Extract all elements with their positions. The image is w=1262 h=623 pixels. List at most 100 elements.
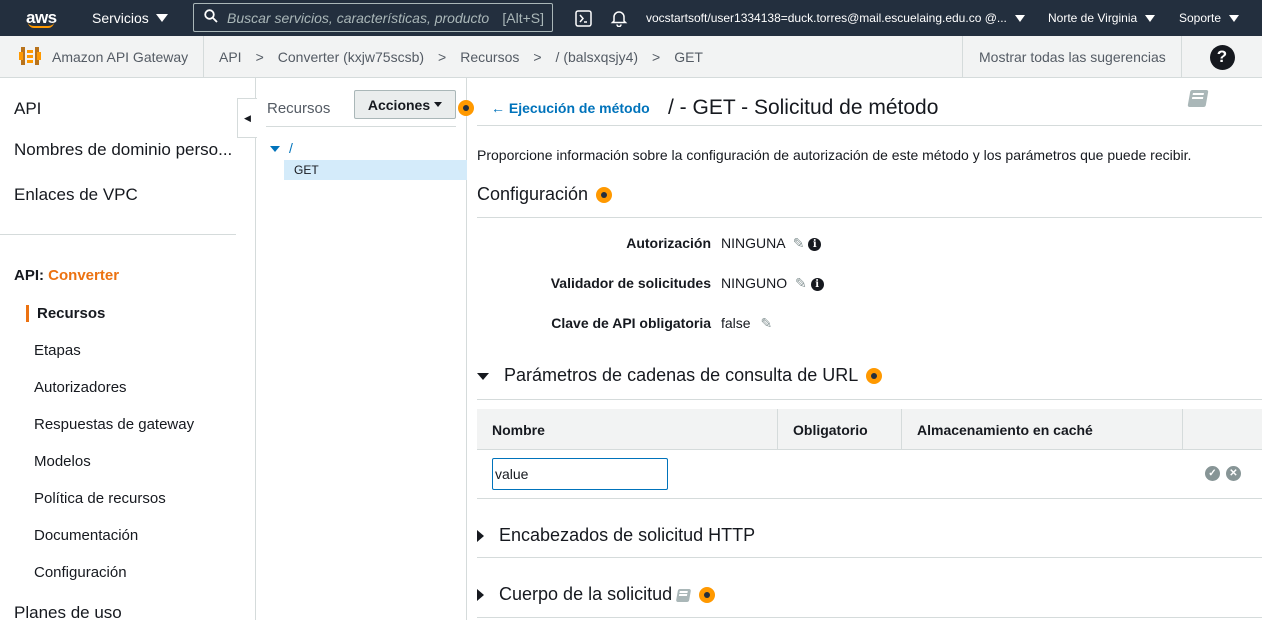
sidebar-item-api[interactable]: API bbox=[14, 99, 41, 119]
help-button[interactable]: ? bbox=[1181, 36, 1262, 78]
confirm-check-icon[interactable]: ✓ bbox=[1205, 466, 1220, 481]
api-key-required-label: Clave de API obligatoria bbox=[551, 315, 711, 331]
api-key-required-text: false bbox=[721, 315, 751, 331]
info-tip-dot-icon[interactable] bbox=[865, 368, 882, 385]
sidebar-item-gateway-responses[interactable]: Respuestas de gateway bbox=[34, 416, 194, 433]
column-header-caching: Almacenamiento en caché bbox=[901, 409, 1182, 450]
sidebar-item-models[interactable]: Modelos bbox=[34, 453, 91, 470]
sidebar-item-resource-policy[interactable]: Política de recursos bbox=[34, 490, 166, 507]
actions-dropdown[interactable]: Acciones bbox=[354, 90, 456, 119]
column-header-name: Nombre bbox=[492, 421, 545, 438]
config-divider bbox=[477, 217, 1262, 218]
sidebar-item-vpc-links[interactable]: Enlaces de VPC bbox=[14, 185, 138, 205]
chevron-down-icon bbox=[434, 102, 443, 107]
breadcrumb: API > Converter (kxjw75scsb) > Recursos … bbox=[219, 36, 703, 78]
chevron-left-icon: ◀ bbox=[244, 112, 251, 123]
request-body-section-toggle[interactable]: Cuerpo de la solicitud bbox=[477, 584, 716, 605]
tree-node-root[interactable]: / bbox=[270, 140, 293, 156]
authorization-label: Autorización bbox=[626, 235, 711, 251]
arrow-left-icon: ← bbox=[491, 100, 505, 116]
chevron-down-icon bbox=[1014, 14, 1025, 22]
crumb-resource-path[interactable]: / (balsxqsjy4) bbox=[556, 49, 638, 65]
column-header-required: Obligatorio bbox=[777, 409, 901, 450]
sidebar-item-authorizers[interactable]: Autorizadores bbox=[34, 379, 127, 396]
request-validator-value: NINGUNO ✎ i bbox=[721, 275, 824, 292]
collapsed-triangle-icon bbox=[477, 589, 484, 602]
tree-root-label: / bbox=[289, 140, 293, 156]
sidebar-item-documentation[interactable]: Documentación bbox=[34, 527, 138, 544]
pencil-icon[interactable]: ✎ bbox=[793, 235, 805, 251]
crumb-separator: > bbox=[255, 49, 264, 65]
sidebar-item-usage-plans[interactable]: Planes de uso bbox=[14, 603, 122, 623]
query-param-name-input[interactable] bbox=[492, 458, 668, 490]
aws-smile-icon bbox=[28, 22, 54, 28]
actions-label: Acciones bbox=[367, 96, 431, 113]
crumb-resources[interactable]: Recursos bbox=[460, 49, 519, 65]
column-header-actions bbox=[1182, 409, 1262, 450]
crumb-separator: > bbox=[438, 49, 447, 65]
request-body-title: Cuerpo de la solicitud bbox=[499, 584, 673, 604]
info-icon[interactable]: i bbox=[808, 237, 822, 251]
book-icon[interactable] bbox=[675, 589, 692, 602]
cloudshell-icon[interactable] bbox=[575, 0, 592, 36]
help-icon: ? bbox=[1209, 44, 1235, 70]
pencil-icon[interactable]: ✎ bbox=[760, 315, 772, 331]
account-menu[interactable]: vocstartsoft/user1334138=duck.torres@mai… bbox=[646, 0, 1025, 36]
chevron-down-icon bbox=[1145, 14, 1156, 22]
crumb-separator: > bbox=[533, 49, 542, 65]
support-menu[interactable]: Soporte bbox=[1179, 0, 1240, 36]
crumb-separator: > bbox=[652, 49, 661, 65]
account-label: vocstartsoft/user1334138=duck.torres@mai… bbox=[646, 11, 1007, 25]
services-label: Servicios bbox=[92, 10, 149, 26]
search-icon bbox=[204, 9, 218, 26]
resource-tree-panel: Recursos Acciones / GET bbox=[256, 78, 474, 620]
query-params-table-header: Nombre Obligatorio Almacenamiento en cac… bbox=[477, 409, 1262, 450]
authorization-value: NINGUNA ✎ i bbox=[721, 235, 822, 252]
info-icon[interactable]: i bbox=[810, 277, 824, 291]
search-shortcut-hint: [Alt+S] bbox=[502, 9, 544, 26]
info-tip-dot-icon[interactable] bbox=[596, 187, 613, 204]
cancel-x-icon[interactable]: ✕ bbox=[1226, 466, 1241, 481]
search-placeholder: Buscar servicios, características, produ… bbox=[227, 9, 490, 26]
sidebar-item-custom-domains[interactable]: Nombres de dominio perso... bbox=[14, 140, 232, 160]
bell-icon[interactable] bbox=[610, 0, 628, 36]
http-headers-section-toggle[interactable]: Encabezados de solicitud HTTP bbox=[477, 525, 755, 546]
info-tip-dot-icon[interactable] bbox=[699, 587, 716, 604]
query-params-title: Parámetros de cadenas de consulta de URL bbox=[504, 365, 858, 385]
api-gateway-icon bbox=[18, 44, 42, 71]
tree-node-get[interactable]: GET bbox=[284, 160, 467, 180]
api-key-required-value: false ✎ bbox=[721, 315, 772, 332]
top-nav-bar: aws Servicios Buscar servicios, caracter… bbox=[0, 0, 1262, 36]
region-menu[interactable]: Norte de Virginia bbox=[1048, 0, 1156, 36]
query-params-section-toggle[interactable]: Parámetros de cadenas de consulta de URL bbox=[477, 365, 882, 386]
sidebar-item-resources[interactable]: Recursos bbox=[37, 305, 105, 322]
sidebar-item-stages[interactable]: Etapas bbox=[34, 342, 81, 359]
headers-divider bbox=[477, 557, 1262, 558]
api-name: Converter bbox=[48, 267, 120, 284]
http-headers-title: Encabezados de solicitud HTTP bbox=[499, 525, 756, 545]
active-indicator bbox=[26, 305, 29, 322]
title-divider bbox=[477, 125, 1262, 126]
aws-logo[interactable]: aws bbox=[26, 0, 57, 36]
search-input[interactable]: Buscar servicios, características, produ… bbox=[193, 3, 553, 32]
sidebar-api-heading[interactable]: API: Converter bbox=[14, 267, 119, 284]
show-suggestions-button[interactable]: Mostrar todas las sugerencias bbox=[962, 36, 1181, 78]
authorization-text: NINGUNA bbox=[721, 235, 785, 251]
request-validator-text: NINGUNO bbox=[721, 275, 788, 291]
tree-divider bbox=[266, 126, 456, 127]
suggestions-label: Mostrar todas las sugerencias bbox=[979, 49, 1166, 65]
support-label: Soporte bbox=[1179, 11, 1222, 25]
method-execution-back-link[interactable]: ← Ejecución de método bbox=[491, 100, 650, 116]
expanded-triangle-icon bbox=[477, 372, 489, 380]
pencil-icon[interactable]: ✎ bbox=[795, 275, 807, 291]
service-home-link[interactable]: Amazon API Gateway bbox=[0, 36, 204, 78]
sidebar-item-settings[interactable]: Configuración bbox=[34, 564, 127, 581]
chevron-down-icon bbox=[155, 14, 168, 22]
config-title-text: Configuración bbox=[477, 184, 589, 204]
book-icon[interactable] bbox=[1187, 90, 1209, 107]
breadcrumb-bar: Amazon API Gateway API > Converter (kxjw… bbox=[0, 36, 1262, 78]
crumb-api-name[interactable]: Converter (kxjw75scsb) bbox=[278, 49, 424, 65]
crumb-api[interactable]: API bbox=[219, 49, 242, 65]
collapse-sidebar-button[interactable]: ◀ bbox=[237, 98, 257, 138]
services-menu[interactable]: Servicios bbox=[92, 0, 168, 36]
